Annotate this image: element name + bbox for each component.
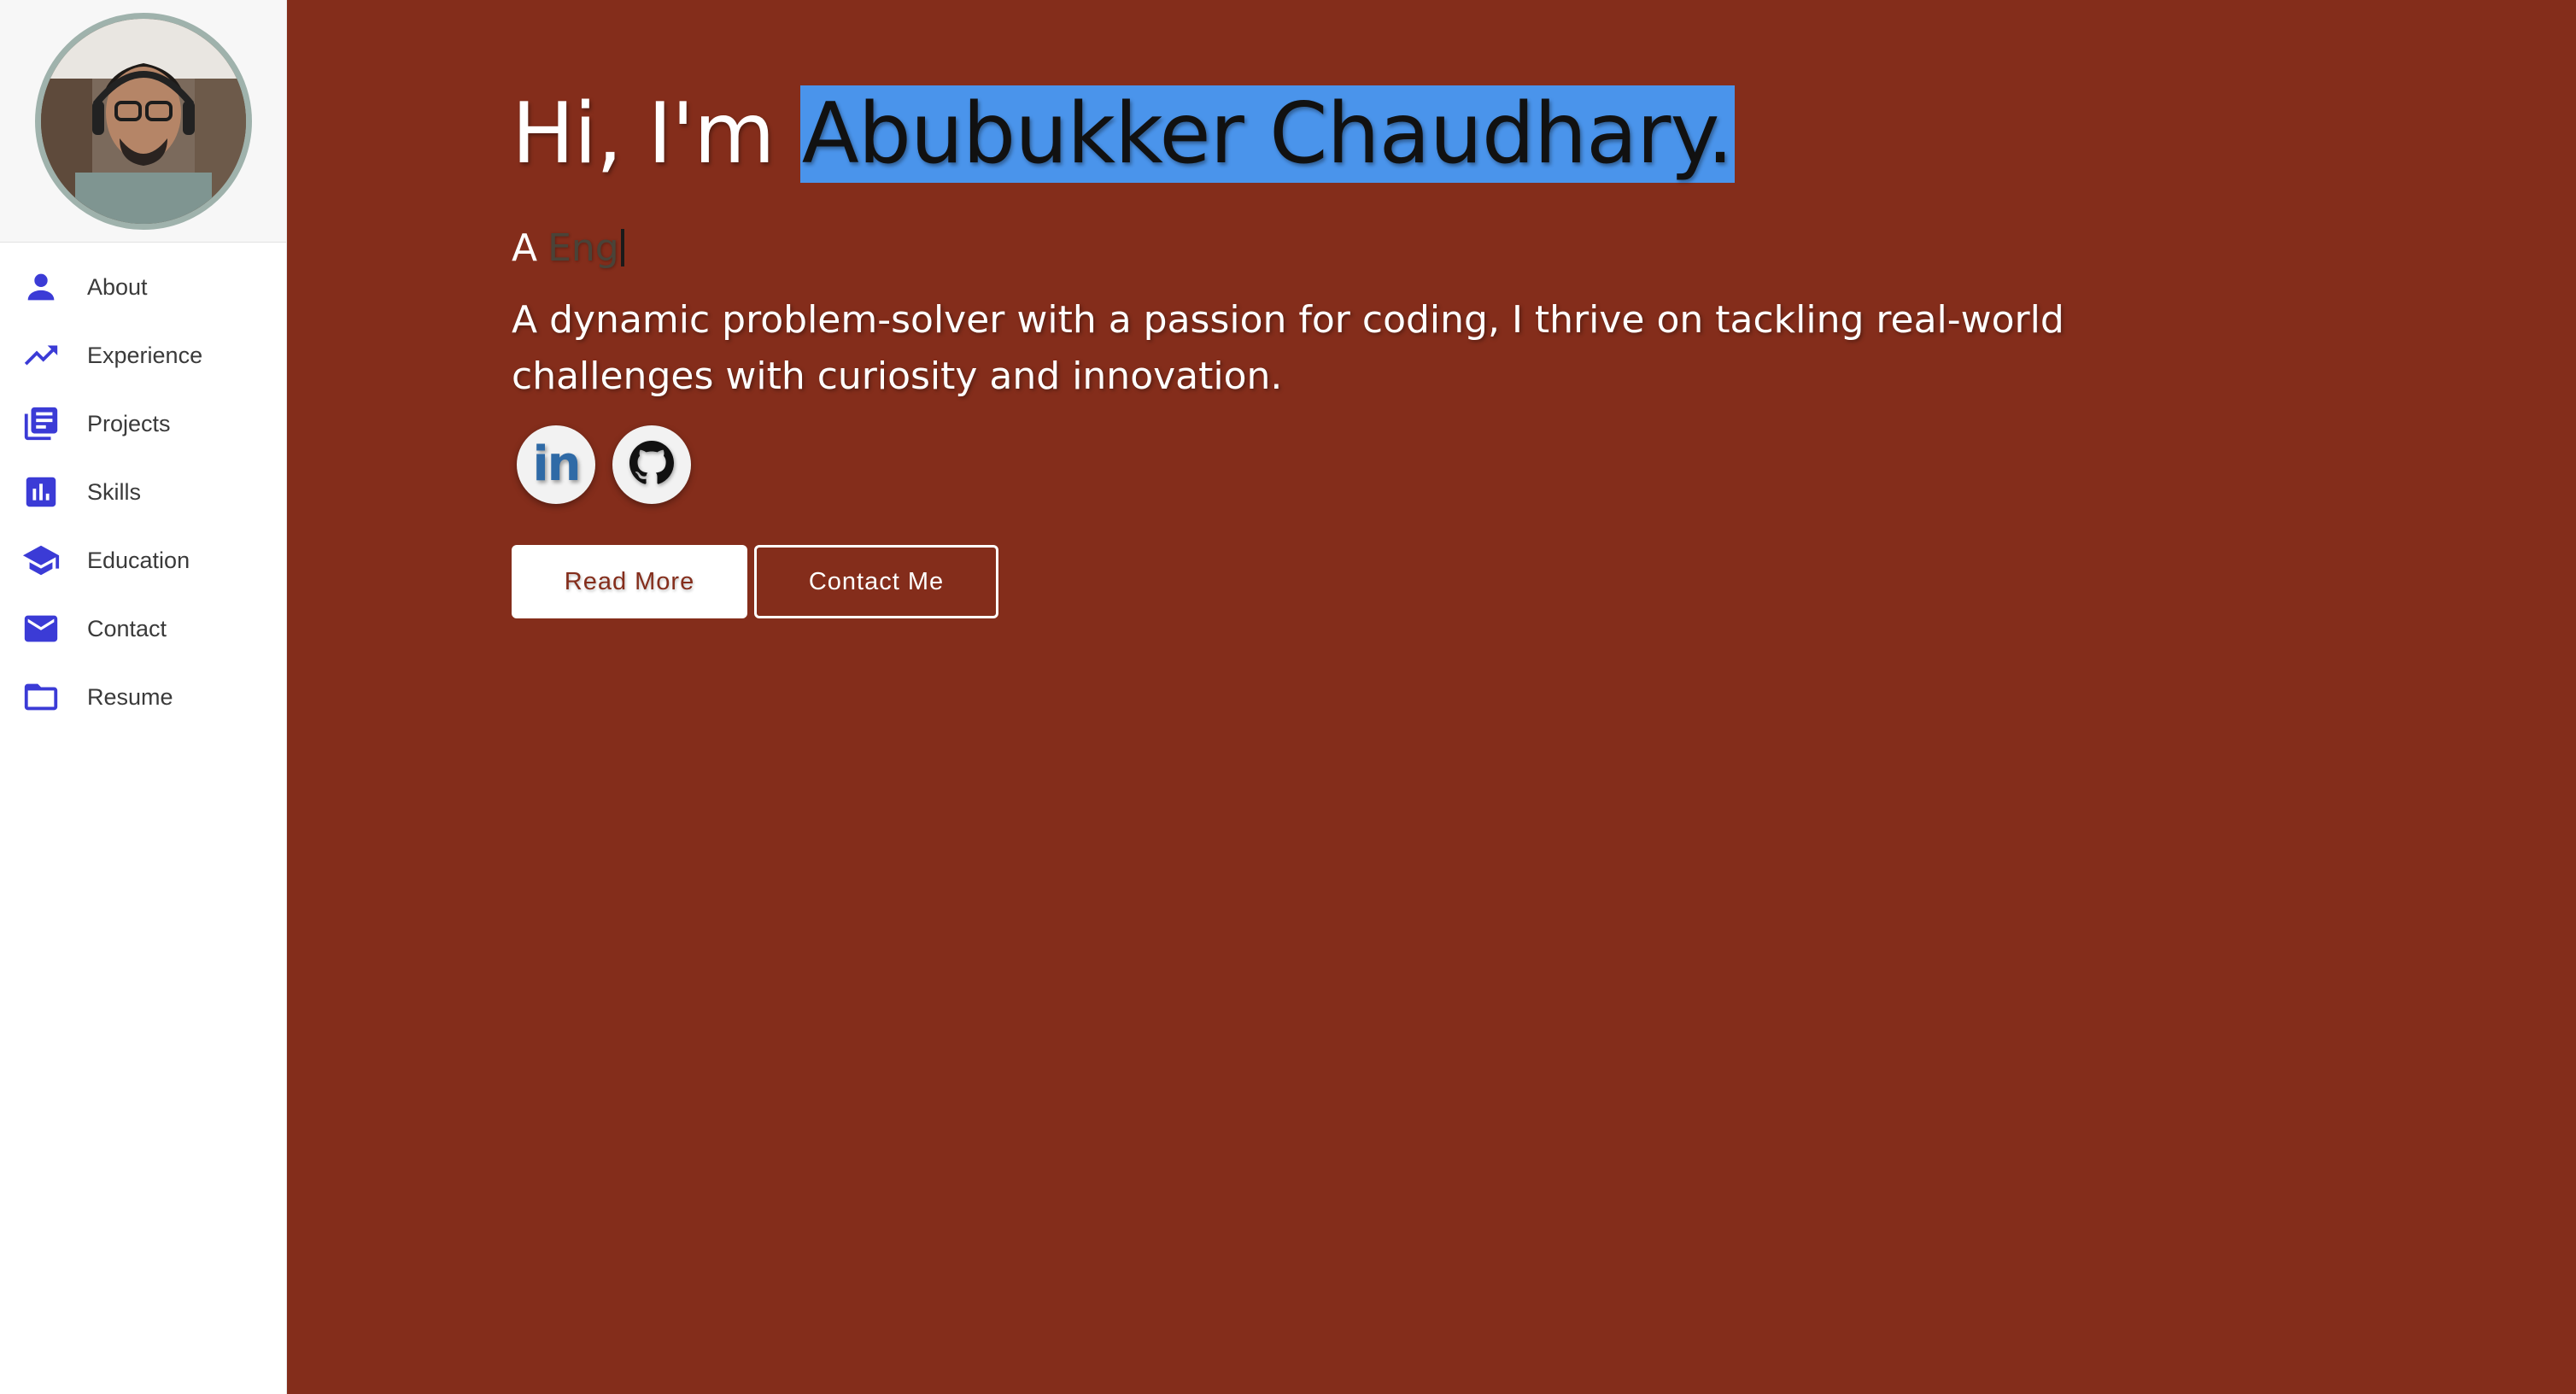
read-more-button[interactable]: Read More bbox=[512, 545, 747, 618]
hero-actions: Read More Contact Me bbox=[512, 545, 2391, 618]
app-root: About Experience Projects Skills Educati… bbox=[0, 0, 2576, 1394]
avatar-photo bbox=[40, 18, 246, 224]
sidebar-item-education[interactable]: Education bbox=[0, 526, 286, 594]
social-links: in bbox=[517, 425, 2391, 504]
hero-bio: A dynamic problem-solver with a passion … bbox=[512, 298, 2064, 398]
article-icon bbox=[20, 403, 61, 444]
sidebar-item-label: Skills bbox=[87, 478, 142, 505]
graduation-cap-icon bbox=[20, 540, 61, 581]
avatar bbox=[34, 12, 252, 230]
typed-word: Eng bbox=[547, 226, 619, 270]
sidebar-item-contact[interactable]: Contact bbox=[0, 594, 286, 663]
sidebar-nav: About Experience Projects Skills Educati… bbox=[0, 243, 286, 731]
github-button[interactable] bbox=[612, 425, 691, 504]
sidebar-item-label: Contact bbox=[87, 615, 167, 641]
sidebar-item-label: Education bbox=[87, 547, 190, 573]
sidebar: About Experience Projects Skills Educati… bbox=[0, 0, 287, 1394]
mail-icon bbox=[20, 608, 61, 649]
sidebar-item-about[interactable]: About bbox=[0, 253, 286, 321]
contact-me-button[interactable]: Contact Me bbox=[754, 545, 998, 618]
hero-section: Hi, I'm Abubukker Chaudhary. A Eng A dyn… bbox=[287, 0, 2576, 1394]
sidebar-item-label: Projects bbox=[87, 410, 171, 436]
bar-chart-icon bbox=[20, 472, 61, 512]
typed-prefix: A bbox=[512, 226, 538, 270]
hero-name: Abubukker Chaudhary. bbox=[799, 85, 1735, 183]
trending-up-icon bbox=[20, 335, 61, 376]
sidebar-item-resume[interactable]: Resume bbox=[0, 663, 286, 731]
github-icon bbox=[629, 440, 674, 489]
sidebar-item-label: Resume bbox=[87, 683, 173, 710]
sidebar-item-label: Experience bbox=[87, 342, 203, 368]
linkedin-button[interactable]: in bbox=[517, 425, 595, 504]
typing-caret bbox=[620, 229, 624, 266]
linkedin-icon: in bbox=[532, 436, 581, 492]
hero-content: Hi, I'm Abubukker Chaudhary. A Eng A dyn… bbox=[512, 84, 2391, 618]
person-icon bbox=[20, 266, 61, 308]
greeting-prefix: Hi, I'm bbox=[512, 85, 800, 183]
hero-heading: Hi, I'm Abubukker Chaudhary. bbox=[512, 84, 2391, 184]
sidebar-item-projects[interactable]: Projects bbox=[0, 390, 286, 458]
sidebar-item-skills[interactable]: Skills bbox=[0, 458, 286, 526]
typed-tagline: A Eng bbox=[512, 222, 2391, 273]
sidebar-item-label: About bbox=[87, 273, 148, 300]
sidebar-item-experience[interactable]: Experience bbox=[0, 321, 286, 390]
folder-icon bbox=[20, 676, 61, 718]
profile-section bbox=[0, 0, 286, 243]
